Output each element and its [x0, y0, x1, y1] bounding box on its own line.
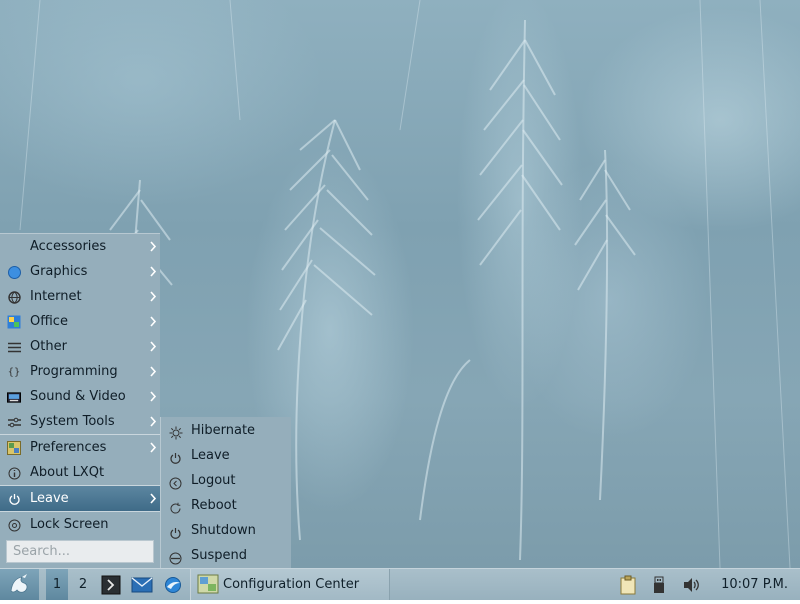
preferences-icon [7, 441, 21, 455]
leave-item-logout[interactable]: Logout [161, 468, 291, 493]
task-configuration-center[interactable]: Configuration Center [190, 569, 390, 600]
start-menu-button[interactable] [0, 569, 39, 600]
browser-icon [165, 577, 181, 593]
other-icon [7, 340, 21, 354]
removable-media-icon [654, 576, 664, 593]
menu-item-label: Internet [30, 289, 82, 304]
menu-item-label: About LXQt [30, 465, 105, 480]
desktop-number: 1 [52, 577, 62, 592]
desktop-switch-1[interactable]: 1 [46, 569, 68, 600]
leave-item-label: Logout [191, 473, 236, 488]
clipboard-icon [620, 575, 636, 595]
accessories-icon [7, 240, 21, 254]
chevron-right-icon [150, 391, 157, 402]
menu-item-sound-video[interactable]: Sound & Video [0, 384, 160, 409]
leave-item-shutdown[interactable]: Shutdown [161, 518, 291, 543]
about-icon [7, 466, 21, 480]
chevron-right-icon [150, 341, 157, 352]
desktop-number: 2 [78, 577, 88, 592]
power-icon [7, 492, 21, 506]
lock-screen-icon [7, 518, 21, 532]
configuration-center-icon [197, 574, 219, 594]
chevron-right-icon [150, 266, 157, 277]
suspend-icon [169, 549, 183, 565]
menu-item-graphics[interactable]: Graphics [0, 259, 160, 284]
chevron-right-icon [150, 442, 157, 453]
chevron-right-icon [150, 291, 157, 302]
removable-media-tray[interactable] [649, 575, 669, 595]
desktop-switch-2[interactable]: 2 [72, 569, 94, 600]
programming-icon: {} [7, 366, 21, 378]
menu-item-about-lxqt[interactable]: About LXQt [0, 460, 160, 485]
volume-icon [684, 578, 699, 592]
menu-item-label: Preferences [30, 440, 107, 455]
chevron-right-icon [150, 366, 157, 377]
volume-tray[interactable] [681, 575, 701, 595]
menu-item-preferences[interactable]: Preferences [0, 435, 160, 460]
leave-item-label: Reboot [191, 498, 237, 513]
menu-search-input[interactable] [6, 540, 154, 563]
taskbar: 1 2 Configuration Center 10:07 P.M. [0, 568, 800, 600]
reboot-icon [169, 499, 183, 514]
menu-item-office[interactable]: Office [0, 309, 160, 334]
hibernate-icon [169, 424, 183, 440]
leave-item-label: Leave [191, 448, 230, 463]
chevron-right-icon [150, 241, 157, 252]
menu-item-label: Lock Screen [30, 517, 109, 532]
leave-item-label: Shutdown [191, 523, 256, 538]
clock[interactable]: 10:07 P.M. [721, 569, 788, 600]
shutdown-icon [169, 524, 183, 539]
sound-video-icon [7, 390, 21, 404]
menu-item-label: Programming [30, 364, 118, 379]
leave-item-label: Suspend [191, 548, 248, 563]
leave-submenu: Hibernate Leave Logout Reboot Shutdown S… [160, 417, 291, 568]
internet-icon [7, 290, 21, 304]
logout-icon [169, 474, 183, 490]
menu-item-label: Sound & Video [30, 389, 126, 404]
browser-launcher[interactable] [163, 575, 183, 595]
terminal-icon [101, 575, 121, 595]
mail-icon [131, 577, 153, 593]
menu-item-label: Accessories [30, 239, 107, 254]
mail-launcher[interactable] [131, 575, 153, 595]
power-icon [169, 449, 183, 464]
leave-item-label: Hibernate [191, 423, 256, 438]
graphics-icon [7, 265, 21, 279]
menu-item-label: Graphics [30, 264, 88, 279]
chevron-right-icon [150, 316, 157, 327]
menu-item-label: Office [30, 314, 68, 329]
menu-item-system-tools[interactable]: System Tools [0, 409, 160, 434]
clock-time: 10:07 P.M. [721, 577, 788, 592]
menu-item-accessories[interactable]: Accessories [0, 234, 160, 259]
clipboard-tray[interactable] [618, 575, 638, 595]
terminal-launcher[interactable] [101, 575, 121, 595]
application-menu: Accessories Graphics Internet Office Oth… [0, 233, 160, 569]
chevron-right-icon [150, 493, 157, 504]
menu-item-leave[interactable]: Leave [0, 486, 160, 511]
system-tools-icon [7, 415, 21, 429]
leave-item-leave[interactable]: Leave [161, 443, 291, 468]
task-label: Configuration Center [223, 577, 360, 592]
leave-item-suspend[interactable]: Suspend [161, 543, 291, 568]
menu-item-lock-screen[interactable]: Lock Screen [0, 512, 160, 537]
office-icon [7, 315, 21, 329]
menu-item-label: Other [30, 339, 67, 354]
leave-item-reboot[interactable]: Reboot [161, 493, 291, 518]
menu-item-label: Leave [30, 491, 69, 506]
chevron-right-icon [150, 416, 157, 427]
lxqt-logo-icon [10, 574, 28, 593]
menu-item-internet[interactable]: Internet [0, 284, 160, 309]
menu-item-programming[interactable]: {} Programming [0, 359, 160, 384]
leave-item-hibernate[interactable]: Hibernate [161, 418, 291, 443]
menu-item-label: System Tools [30, 414, 115, 429]
menu-item-other[interactable]: Other [0, 334, 160, 359]
